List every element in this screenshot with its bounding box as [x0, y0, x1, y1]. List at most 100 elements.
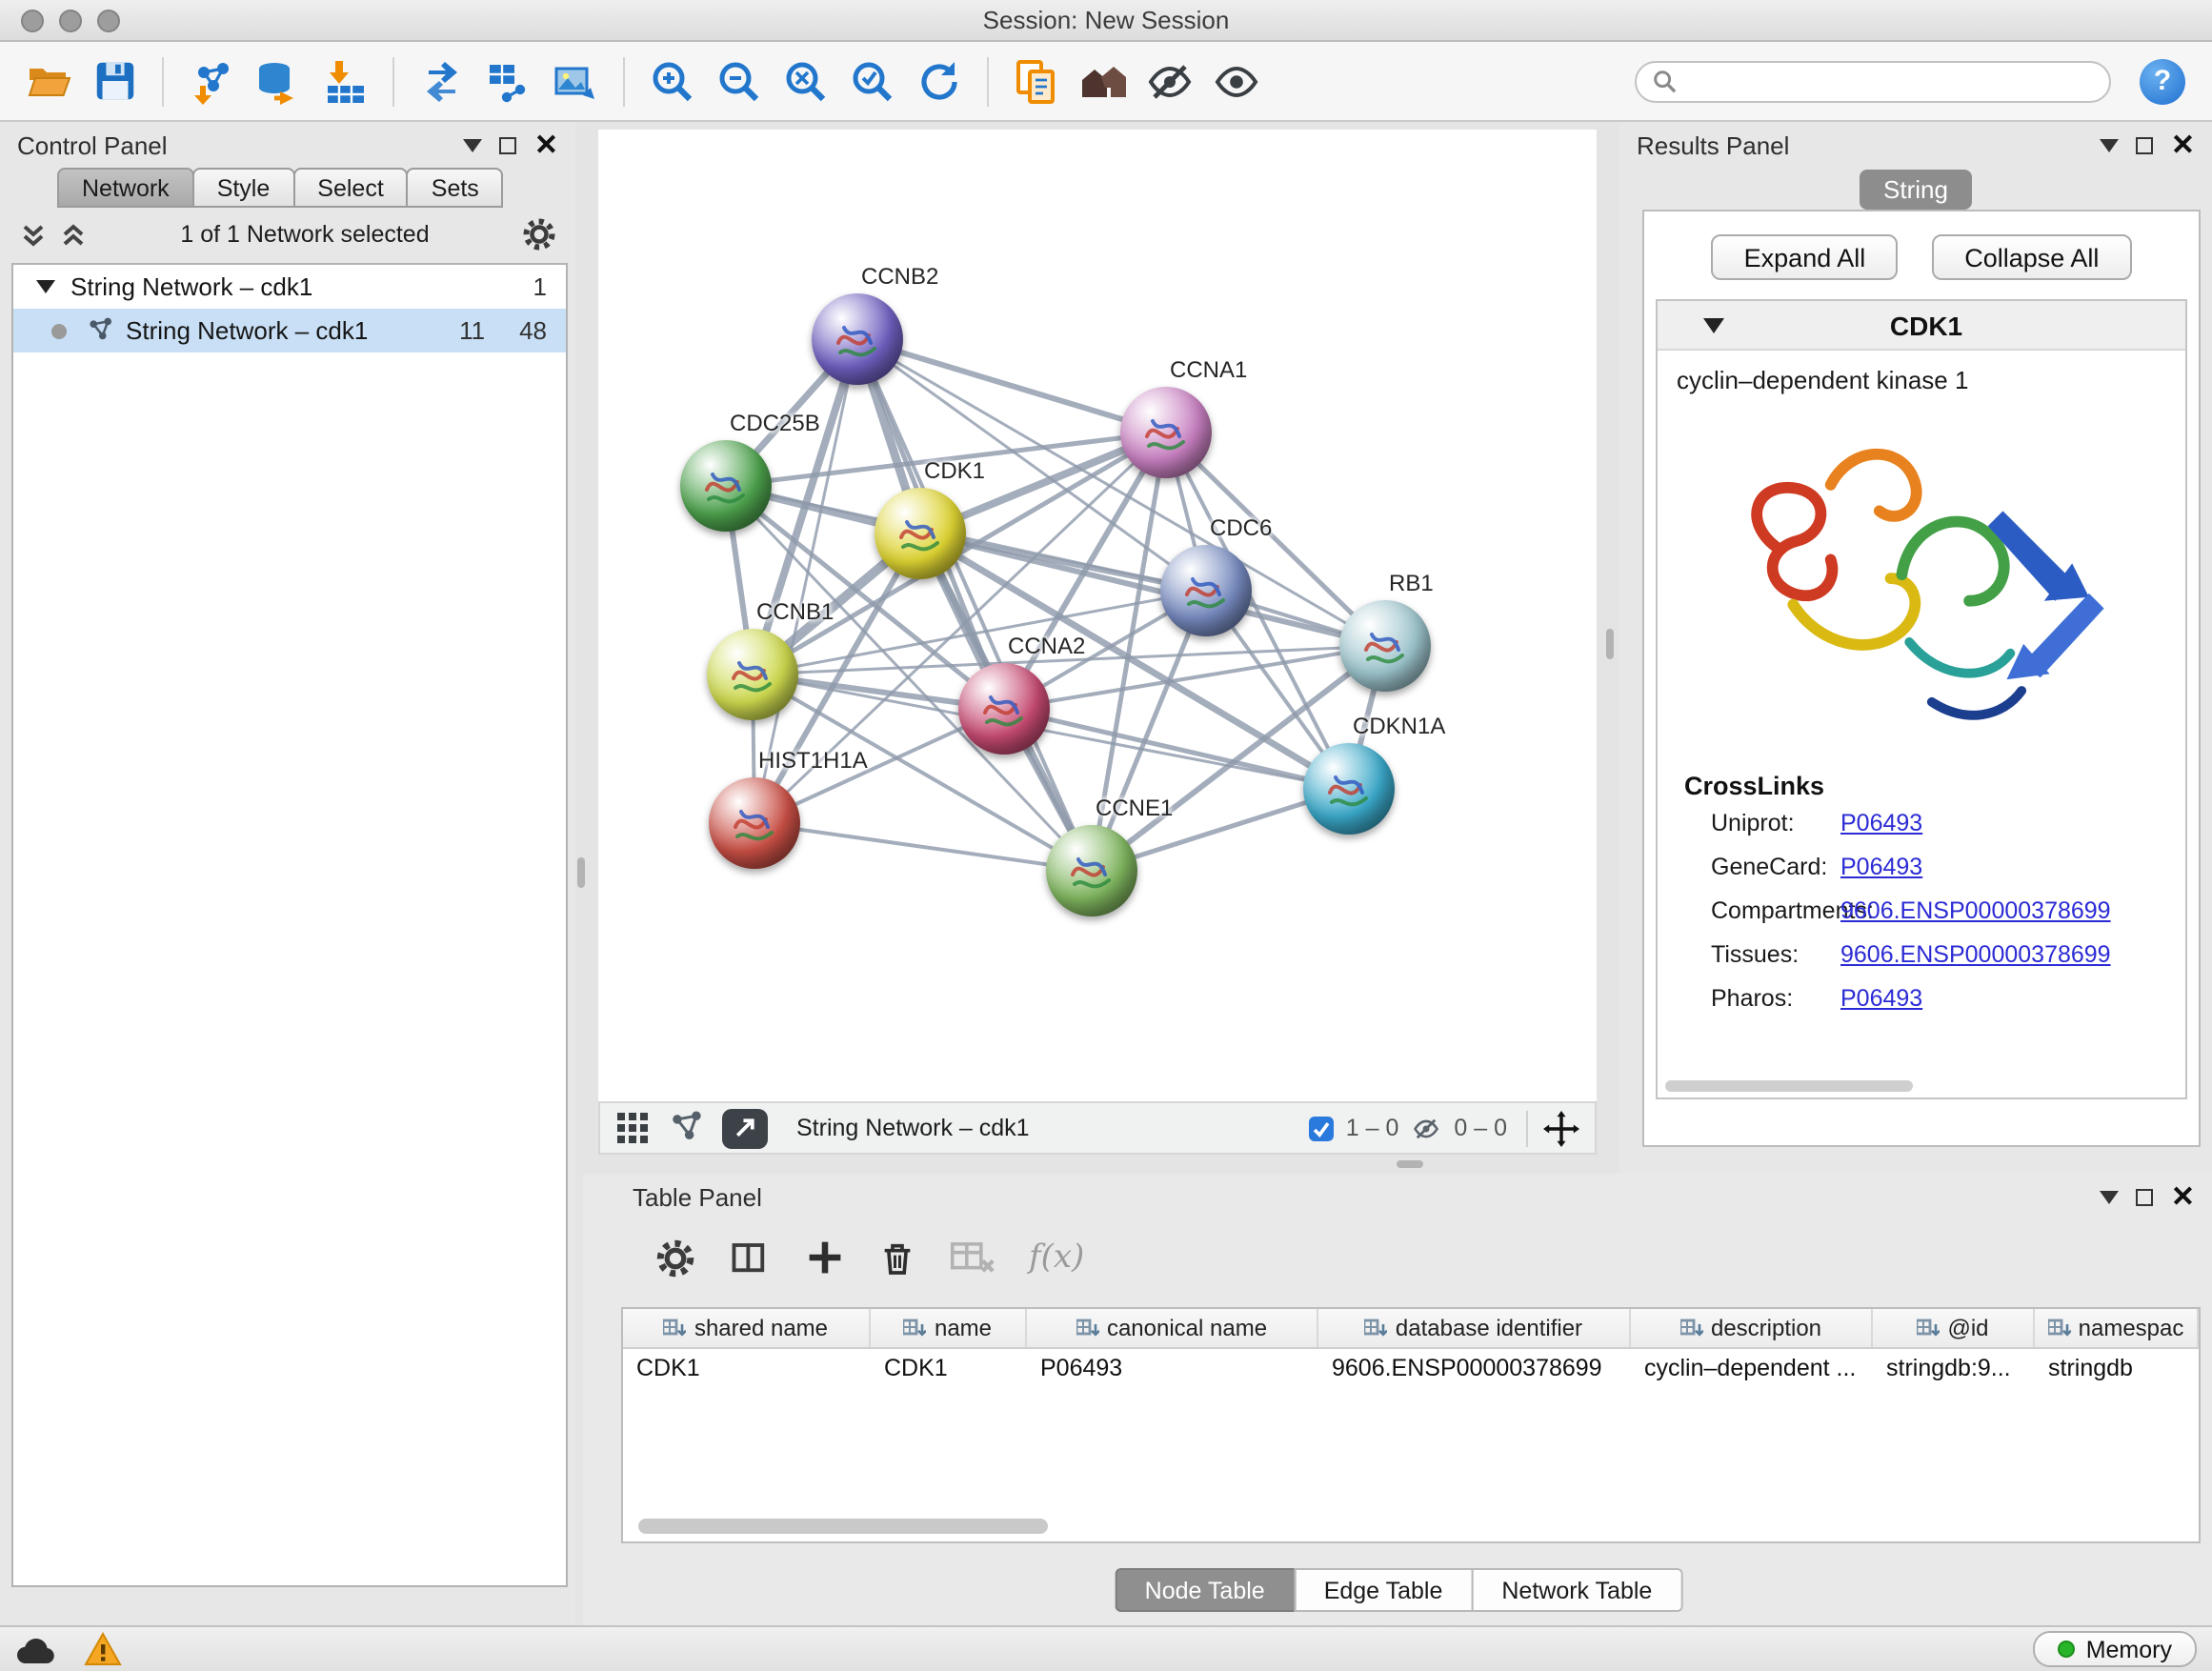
table-cell[interactable]: CDK1 — [623, 1349, 871, 1389]
network-node-ccna2[interactable] — [958, 663, 1050, 755]
collapse-all-button[interactable]: Collapse All — [1932, 234, 2131, 280]
table-cell[interactable]: stringdb — [2035, 1349, 2199, 1389]
tab-style[interactable]: Style — [192, 168, 295, 208]
maximize-panel-icon[interactable] — [2137, 1188, 2154, 1205]
birds-eye-view-button[interactable] — [722, 1108, 768, 1148]
column-header--id[interactable]: @id — [1873, 1309, 2035, 1347]
column-header-canonical-name[interactable]: canonical name — [1027, 1309, 1318, 1347]
import-network-database-icon[interactable] — [250, 52, 307, 110]
help-icon[interactable]: ? — [2140, 58, 2185, 104]
network-from-selection-icon[interactable] — [413, 52, 471, 110]
tab-node-table[interactable]: Node Table — [1115, 1568, 1296, 1612]
network-edge[interactable] — [754, 823, 1092, 871]
show-columns-icon[interactable] — [730, 1238, 772, 1278]
network-node-cdk1[interactable] — [875, 488, 966, 579]
hide-selected-eye-icon[interactable] — [1141, 52, 1198, 110]
warning-icon[interactable] — [84, 1631, 122, 1667]
horizontal-splitter-handle[interactable] — [1397, 1160, 1423, 1168]
zoom-out-icon[interactable] — [711, 52, 768, 110]
gene-section-header[interactable]: CDK1 — [1658, 301, 2185, 351]
network-node-rb1[interactable] — [1339, 600, 1431, 692]
zoom-selected-icon[interactable] — [844, 52, 901, 110]
refresh-layout-icon[interactable] — [911, 52, 968, 110]
collapse-all-icon[interactable] — [19, 220, 48, 249]
expand-all-button[interactable]: Expand All — [1712, 234, 1899, 280]
network-node-cdc6[interactable] — [1160, 545, 1252, 636]
network-and-table-icon[interactable] — [480, 52, 537, 110]
network-node-cdkn1a[interactable] — [1303, 743, 1395, 835]
crosslink-link[interactable]: P06493 — [1840, 984, 1922, 1011]
zoom-in-icon[interactable] — [644, 52, 701, 110]
close-panel-icon[interactable]: ✕ — [534, 131, 558, 159]
copy-document-icon[interactable] — [1008, 52, 1065, 110]
import-table-icon[interactable] — [316, 52, 373, 110]
search-input[interactable] — [1688, 68, 2094, 94]
maximize-window-button[interactable] — [97, 10, 120, 32]
delete-column-trash-icon[interactable] — [878, 1238, 916, 1278]
table-settings-gear-icon[interactable] — [655, 1238, 695, 1278]
network-node-hist1h1a[interactable] — [709, 777, 800, 869]
export-image-icon[interactable] — [547, 52, 604, 110]
search-box[interactable] — [1635, 60, 2111, 102]
column-header-name[interactable]: name — [871, 1309, 1027, 1347]
tab-edge-table[interactable]: Edge Table — [1294, 1568, 1474, 1612]
grid-mode-icon[interactable] — [615, 1111, 650, 1145]
column-header-shared-name[interactable]: shared name — [623, 1309, 871, 1347]
network-edge[interactable] — [1004, 709, 1349, 789]
network-node-ccnb2[interactable] — [812, 293, 903, 385]
table-cell[interactable]: cyclin–dependent ... — [1631, 1349, 1873, 1389]
float-panel-icon[interactable] — [2101, 1190, 2120, 1203]
table-cell[interactable]: stringdb:9... — [1873, 1349, 2035, 1389]
float-panel-icon[interactable] — [2101, 138, 2120, 151]
crosslink-link[interactable]: 9606.ENSP00000378699 — [1840, 896, 2111, 923]
gear-icon[interactable] — [522, 217, 556, 252]
home-icon[interactable] — [1075, 52, 1132, 110]
column-header-database-identifier[interactable]: database identifier — [1318, 1309, 1631, 1347]
column-header-description[interactable]: description — [1631, 1309, 1873, 1347]
close-panel-icon[interactable]: ✕ — [2171, 1182, 2195, 1211]
tab-network[interactable]: Network — [57, 168, 194, 208]
column-header-namespac[interactable]: namespac — [2035, 1309, 2199, 1347]
network-edge[interactable] — [857, 339, 1092, 871]
table-cell[interactable]: CDK1 — [871, 1349, 1027, 1389]
maximize-panel-icon[interactable] — [500, 136, 517, 153]
share-network-icon[interactable] — [667, 1109, 705, 1147]
close-window-button[interactable] — [21, 10, 44, 32]
left-splitter-handle[interactable] — [577, 857, 585, 888]
expand-all-icon[interactable] — [59, 220, 88, 249]
crosslink-link[interactable]: P06493 — [1840, 809, 1922, 836]
table-scrollbar[interactable] — [638, 1519, 1048, 1534]
show-all-eye-icon[interactable] — [1208, 52, 1265, 110]
network-node-ccna1[interactable] — [1120, 387, 1212, 478]
tree-expander-icon[interactable] — [36, 280, 55, 293]
network-node-ccnb1[interactable] — [707, 629, 798, 720]
table-row[interactable]: CDK1CDK1P064939606.ENSP00000378699cyclin… — [623, 1349, 2199, 1389]
create-column-plus-icon[interactable] — [806, 1238, 844, 1277]
open-session-icon[interactable] — [19, 52, 76, 110]
tab-sets[interactable]: Sets — [407, 168, 504, 208]
tab-string[interactable]: String — [1859, 170, 1973, 210]
minimize-window-button[interactable] — [59, 10, 82, 32]
memory-button[interactable]: Memory — [2033, 1631, 2197, 1667]
results-scrollbar[interactable] — [1665, 1080, 1913, 1092]
save-session-icon[interactable] — [86, 52, 143, 110]
network-edge[interactable] — [920, 534, 1385, 646]
table-cell[interactable]: 9606.ENSP00000378699 — [1318, 1349, 1631, 1389]
tab-select[interactable]: Select — [292, 168, 409, 208]
crosslink-link[interactable]: 9606.ENSP00000378699 — [1840, 940, 2111, 967]
network-canvas[interactable]: CCNB2CCNA1CDC25BCDK1CDC6RB1CCNB1CCNA2CDK… — [598, 130, 1597, 1101]
tree-row[interactable]: String Network – cdk11148 — [13, 309, 566, 352]
zoom-fit-icon[interactable] — [777, 52, 835, 110]
network-node-cdc25b[interactable] — [680, 440, 772, 532]
pan-crosshair-icon[interactable] — [1543, 1110, 1579, 1146]
import-network-file-icon[interactable] — [183, 52, 240, 110]
tab-network-table[interactable]: Network Table — [1471, 1568, 1682, 1612]
cloud-icon[interactable] — [15, 1633, 57, 1665]
close-panel-icon[interactable]: ✕ — [2171, 131, 2195, 159]
float-panel-icon[interactable] — [464, 138, 483, 151]
table-cell[interactable]: P06493 — [1027, 1349, 1318, 1389]
maximize-panel-icon[interactable] — [2137, 136, 2154, 153]
right-splitter-handle[interactable] — [1606, 629, 1614, 659]
tree-row[interactable]: String Network – cdk11 — [13, 265, 566, 309]
section-expander-icon[interactable] — [1703, 317, 1724, 332]
